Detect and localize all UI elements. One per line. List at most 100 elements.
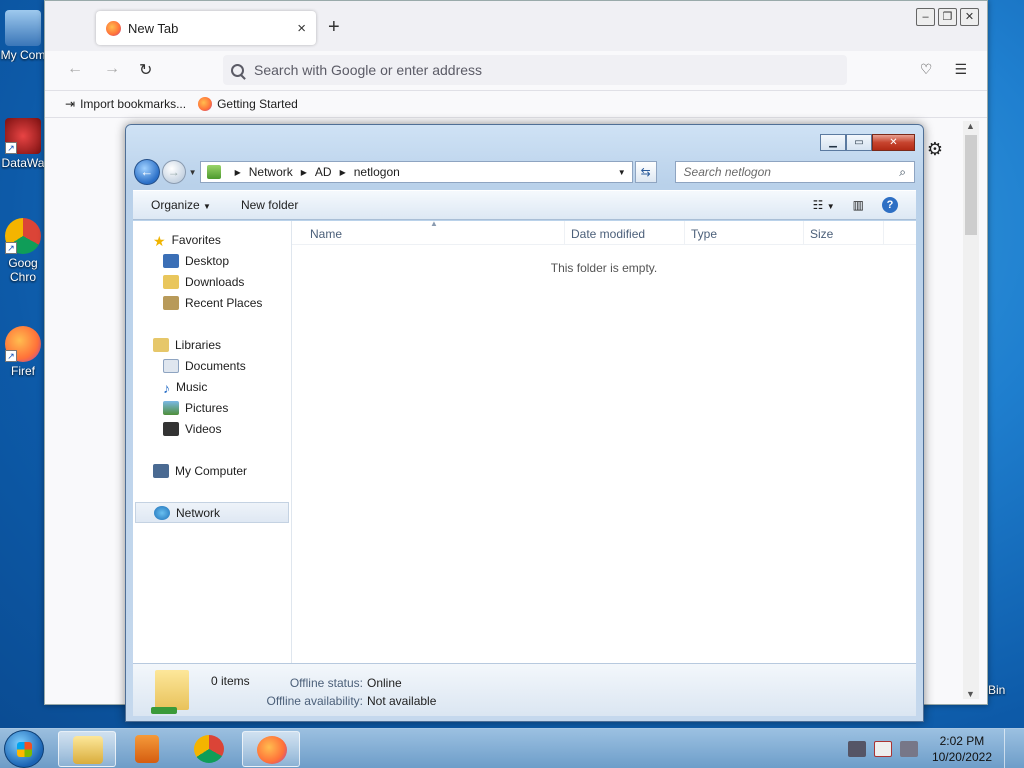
volume-icon[interactable] [899,741,918,757]
nav-pictures[interactable]: Pictures [133,397,291,418]
nav-label: Pictures [185,400,229,415]
chrome-icon: ↗ [5,218,41,254]
history-dropdown-icon[interactable]: ▼ [189,168,197,177]
forward-button[interactable]: → [161,160,186,184]
preview-pane-icon[interactable]: ▥ [853,198,864,212]
pocket-icon[interactable]: ♡ [920,61,933,78]
search-icon: ⌕ [899,164,906,179]
new-tab-button[interactable]: + [328,16,340,39]
minimize-button[interactable]: – [916,8,935,26]
column-header-size[interactable]: Size [804,221,884,244]
desktop-icon-label: Firef [11,364,35,378]
gear-icon[interactable]: ⚙ [927,139,943,160]
chevron-down-icon: ▼ [203,202,211,211]
nav-libraries[interactable]: Libraries [133,334,291,355]
taskbar-chrome[interactable] [180,731,238,767]
nav-label: Documents [185,358,246,373]
maximize-button[interactable]: ❐ [938,8,957,26]
back-button[interactable]: ← [134,159,160,185]
desktop-icon-firefox[interactable]: ↗ Firef [0,326,46,378]
nav-recent-places[interactable]: Recent Places [133,292,291,313]
search-placeholder: Search netlogon [683,165,771,179]
firefox-icon [257,736,287,764]
desktop-icon-datawatch[interactable]: ↗ DataWa [0,118,46,170]
column-header-type[interactable]: Type [685,221,804,244]
taskbar-explorer[interactable] [58,731,116,767]
tab-title: New Tab [128,20,179,36]
bookmark-import[interactable]: ⇥ Import bookmarks... [65,97,186,111]
breadcrumb-network[interactable]: Network [249,165,293,179]
search-input[interactable]: Search netlogon ⌕ [674,161,915,183]
start-button[interactable] [4,730,44,768]
maximize-button[interactable]: ▭ [846,134,872,151]
explorer-toolbar: Organize ▼ New folder ☷ ▼ ▥ ? [133,190,916,220]
chevron-right-icon[interactable]: ▶ [301,168,307,177]
chevron-right-icon[interactable]: ▶ [340,168,346,177]
breadcrumb-ad[interactable]: AD [315,165,332,179]
desktop-icon-my-computer[interactable]: My Com [0,10,46,62]
file-list[interactable]: ▲ Name Date modified Type Size This folde… [292,219,916,663]
refresh-button[interactable]: ⇆ [634,161,657,183]
nav-videos[interactable]: Videos [133,418,291,439]
nav-music[interactable]: ♪ Music [133,376,291,397]
close-button[interactable]: ✕ [960,8,979,26]
offline-status-value: Online [367,676,402,690]
tab-close-icon[interactable]: × [297,20,306,37]
nav-desktop[interactable]: Desktop [133,250,291,271]
address-bar[interactable]: ▶ Network ▶ AD ▶ netlogon ▼ [199,161,633,183]
search-icon [231,63,244,77]
details-pane: 0 items Offline status: Online Offline av… [133,663,916,716]
new-folder-button[interactable]: New folder [241,198,298,212]
chevron-right-icon[interactable]: ▶ [235,168,241,177]
firefox-favicon-icon [198,97,213,111]
minimize-button[interactable]: ▁ [820,134,846,151]
breadcrumb-netlogon[interactable]: netlogon [354,165,400,179]
nav-downloads[interactable]: Downloads [133,271,291,292]
firefox-scrollbar[interactable]: ▲ ▼ [963,121,979,699]
help-icon[interactable]: ? [882,197,898,213]
nav-network[interactable]: Network [135,502,289,523]
toolbar-right-icons: ♡ ☰ [920,61,967,78]
desktop-icon-label-line2: Chro [9,270,36,284]
reload-icon[interactable]: ↻ [139,60,152,80]
clock[interactable]: 2:02 PM 10/20/2022 [932,733,992,765]
url-bar[interactable]: Search with Google or enter address [223,55,847,85]
media-player-icon [135,735,159,763]
nav-label: Libraries [175,337,222,352]
menu-hamburger-icon[interactable]: ☰ [954,61,967,78]
column-header-name[interactable]: ▲ Name [292,219,565,244]
scroll-up-arrow-icon[interactable]: ▲ [966,121,975,131]
nav-documents[interactable]: Documents [133,355,291,376]
tab-new-tab[interactable]: New Tab × [96,11,316,45]
videos-icon [163,421,179,436]
organize-button[interactable]: Organize ▼ [151,198,211,212]
desktop-icon-google-chrome[interactable]: ↗ Goog Chro [0,218,46,284]
firefox-tab-bar: New Tab × + – ❐ ✕ [45,1,987,51]
forward-arrow-icon[interactable]: → [104,60,120,78]
taskbar-firefox[interactable] [242,731,300,767]
nav-label: Favorites [171,232,221,247]
recycle-bin-label[interactable]: Bin [988,683,1005,697]
nav-my-computer[interactable]: My Computer [133,460,291,481]
network-tray-icon[interactable] [847,741,866,757]
column-label: Name [310,227,343,241]
libraries-icon [153,337,169,352]
back-arrow-icon[interactable]: ← [67,60,83,78]
taskbar: 2:02 PM 10/20/2022 [0,728,1024,768]
scrollbar-thumb[interactable] [965,135,977,235]
action-center-flag-icon[interactable] [873,741,892,757]
firefox-window-controls: – ❐ ✕ [916,8,979,26]
show-desktop-button[interactable] [1004,729,1018,768]
address-dropdown-icon[interactable]: ▼ [618,168,626,177]
change-view-icon[interactable]: ☷ ▼ [813,198,835,212]
bookmark-getting-started[interactable]: Getting Started [198,97,298,111]
close-button[interactable]: ✕ [872,134,915,151]
firefox-icon: ↗ [5,326,41,362]
nav-favorites[interactable]: ★ Favorites [133,229,291,250]
bookmark-label: Getting Started [217,97,298,111]
nav-label: Music [176,379,208,394]
scroll-down-arrow-icon[interactable]: ▼ [966,689,975,699]
column-header-date-modified[interactable]: Date modified [565,221,685,244]
desktop-icon-label: DataWa [1,156,45,170]
taskbar-media-player[interactable] [118,731,176,767]
